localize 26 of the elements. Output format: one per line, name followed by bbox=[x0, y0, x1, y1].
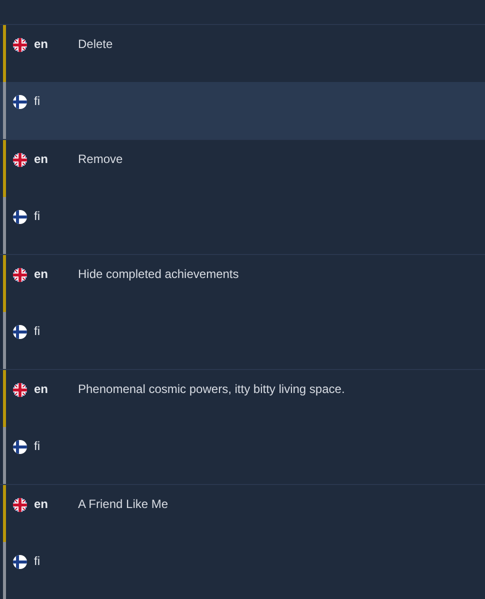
finland-flag-icon bbox=[12, 554, 28, 570]
language-code: en bbox=[34, 382, 50, 396]
language-code: en bbox=[34, 152, 50, 166]
finland-flag-icon bbox=[12, 439, 28, 455]
language-code: en bbox=[34, 37, 50, 51]
translation-text: Hide completed achievements bbox=[78, 267, 239, 281]
translation-text: A Friend Like Me bbox=[78, 497, 168, 511]
language-code: en bbox=[34, 267, 50, 281]
translation-text: Delete bbox=[78, 37, 113, 51]
uk-flag-icon bbox=[12, 267, 28, 283]
uk-flag-icon bbox=[12, 497, 28, 513]
uk-flag-icon bbox=[12, 152, 28, 168]
translation-text: Remove bbox=[78, 152, 123, 166]
language-code: fi bbox=[34, 324, 41, 338]
finland-flag-icon bbox=[12, 209, 28, 225]
language-code: fi bbox=[34, 439, 41, 453]
uk-flag-icon bbox=[12, 382, 28, 398]
uk-flag-icon bbox=[12, 37, 28, 53]
language-code: en bbox=[34, 497, 50, 511]
language-code: fi bbox=[34, 554, 41, 568]
translation-text: Phenomenal cosmic powers, itty bitty living space. bbox=[78, 382, 345, 396]
finland-flag-icon bbox=[12, 324, 28, 340]
translation-row[interactable]: fi bbox=[0, 82, 485, 139]
language-code: fi bbox=[34, 209, 41, 223]
language-code: fi bbox=[34, 94, 41, 108]
finland-flag-icon bbox=[12, 94, 28, 110]
